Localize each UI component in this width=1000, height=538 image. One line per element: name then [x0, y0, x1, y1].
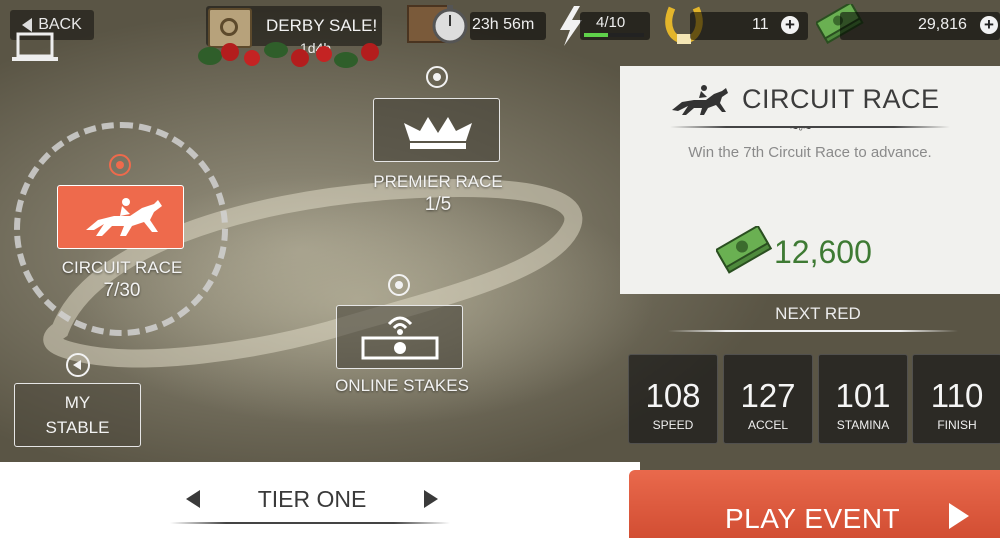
derby-sale-banner[interactable]: DERBY SALE! 1d4h [190, 6, 390, 68]
my-stable-button[interactable]: MY STABLE [14, 383, 141, 447]
online-wager-icon [361, 316, 439, 360]
play-event-button[interactable]: PLAY EVENT [629, 470, 1000, 538]
add-cash-plus-icon[interactable]: + [980, 16, 998, 34]
stat-name: ACCEL [747, 418, 788, 432]
stats-divider [668, 330, 958, 332]
online-stakes-button[interactable] [336, 305, 463, 369]
reward-cash-icon [716, 226, 772, 274]
racehorse-icon [86, 198, 162, 236]
laptop-icon [12, 32, 58, 61]
top-bar: BACK DERBY SALE! 1d4h 23h 56m 4/10 11 + … [0, 0, 1000, 68]
reward-amount: 12,600 [774, 234, 872, 270]
stat-card-stamina: 101 STAMINA [818, 354, 908, 444]
stat-card-finish: 110 FINISH [912, 354, 1000, 444]
tier-divider [170, 522, 450, 524]
crown-icon [404, 117, 472, 149]
tier-label: TIER ONE [257, 486, 367, 512]
circuit-race-progress: 7/30 [103, 280, 141, 301]
premier-race-button[interactable] [373, 98, 500, 162]
play-arrow-icon [949, 503, 969, 529]
stable-label-line1: MY [64, 393, 91, 412]
premier-location-pin-icon [426, 66, 448, 88]
ornament-icon: ~◦~ [790, 120, 812, 136]
sale-title: DERBY SALE! [266, 16, 378, 35]
event-description: Win the 7th Circuit Race to advance. [688, 144, 932, 161]
stat-name: SPEED [652, 418, 694, 432]
stable-label-line2: STABLE [45, 418, 110, 437]
cash-count: 29,816 [918, 16, 967, 33]
online-location-pin-icon [388, 274, 410, 296]
crate-stopwatch-icon [407, 5, 468, 44]
stat-value: 110 [930, 377, 984, 414]
stat-value: 127 [740, 377, 796, 414]
energy-text: 4/10 [596, 14, 626, 31]
next-red-label: NEXT RED [775, 304, 861, 323]
roses-icon [198, 42, 379, 68]
event-info-panel: CIRCUIT RACE ~◦~ Win the 7th Circuit Rac… [620, 66, 1000, 294]
energy-bar [584, 33, 644, 37]
stable-back-icon [66, 353, 90, 377]
online-stakes-label: ONLINE STAKES [335, 376, 469, 395]
stat-name: STAMINA [836, 418, 890, 432]
stat-value: 108 [645, 377, 701, 414]
stat-value: 101 [835, 377, 891, 414]
add-horseshoes-plus-icon[interactable]: + [781, 16, 799, 34]
tier-prev-arrow-icon[interactable] [186, 490, 200, 508]
stat-card-speed: 108 SPEED [628, 354, 718, 444]
timer-text: 23h 56m [472, 16, 535, 33]
horseshoe-count: 11 [752, 16, 769, 33]
premier-race-label: PREMIER RACE [373, 172, 503, 191]
stat-card-accel: 127 ACCEL [723, 354, 813, 444]
event-title: CIRCUIT RACE [742, 84, 940, 114]
energy-bar-fill [584, 33, 608, 37]
circuit-race-label: CIRCUIT RACE [61, 258, 183, 277]
stat-name: FINISH [937, 418, 977, 432]
racehorse-silhouette-icon [672, 85, 728, 115]
circuit-race-button[interactable] [57, 185, 184, 249]
circuit-location-pin-icon [109, 154, 131, 176]
tier-next-arrow-icon[interactable] [424, 490, 438, 508]
premier-race-progress: 1/5 [424, 194, 452, 215]
play-event-label: PLAY EVENT [725, 503, 901, 534]
